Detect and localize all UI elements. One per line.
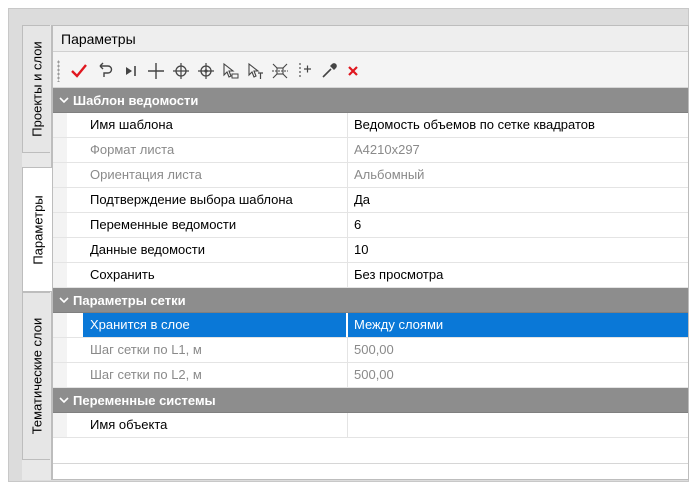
property-grid: Шаблон ведомости Имя шаблона Ведомость о… xyxy=(53,88,688,438)
row-gutter xyxy=(53,188,67,212)
property-name: Переменные ведомости xyxy=(90,217,237,232)
property-name: Формат листа xyxy=(90,142,175,157)
property-name: Шаг сетки по L1, м xyxy=(90,342,202,357)
row-gutter xyxy=(53,363,67,387)
property-value: 500,00 xyxy=(347,363,688,387)
tab-label: Проекты и слои xyxy=(29,41,44,137)
property-name: Шаг сетки по L2, м xyxy=(90,367,202,382)
crosshair-move-icon[interactable] xyxy=(196,61,216,81)
property-name: Данные ведомости xyxy=(90,242,205,257)
property-row-grid-step-l1: Шаг сетки по L1, м 500,00 xyxy=(53,338,688,363)
section-grid-params[interactable]: Параметры сетки xyxy=(53,288,688,313)
property-name: Имя шаблона xyxy=(90,117,173,132)
property-row-confirm-template[interactable]: Подтверждение выбора шаблона Да xyxy=(53,188,688,213)
row-gutter xyxy=(53,138,67,162)
property-value[interactable]: 10 xyxy=(347,238,688,262)
property-row-grid-step-l2: Шаг сетки по L2, м 500,00 xyxy=(53,363,688,388)
row-gutter xyxy=(53,113,67,137)
property-value[interactable]: Между слоями xyxy=(347,313,688,337)
property-value[interactable]: Да xyxy=(347,188,688,212)
chevron-down-icon xyxy=(59,397,69,404)
property-value[interactable] xyxy=(347,413,688,437)
tab-label: Тематические слои xyxy=(29,317,44,435)
row-gutter xyxy=(53,338,67,362)
panel-title: Параметры xyxy=(53,26,688,52)
property-name: Подтверждение выбора шаблона xyxy=(90,192,293,207)
row-gutter xyxy=(53,313,67,337)
toolbar xyxy=(53,52,688,88)
grid-bottom-border xyxy=(53,463,688,464)
property-value[interactable]: Без просмотра xyxy=(347,263,688,287)
undo-icon[interactable] xyxy=(95,61,115,81)
property-name: Хранится в слое xyxy=(83,313,346,337)
property-row-template-name[interactable]: Имя шаблона Ведомость объемов по сетке к… xyxy=(53,113,688,138)
side-tabs: Проекты и слои Параметры Тематические сл… xyxy=(22,25,52,480)
row-gutter xyxy=(53,413,67,437)
property-value: 500,00 xyxy=(347,338,688,362)
section-system-variables[interactable]: Переменные системы xyxy=(53,388,688,413)
property-row-object-name[interactable]: Имя объекта xyxy=(53,413,688,438)
tab-label: Параметры xyxy=(30,194,45,265)
section-template[interactable]: Шаблон ведомости xyxy=(53,88,688,113)
property-row-save[interactable]: Сохранить Без просмотра xyxy=(53,263,688,288)
row-gutter xyxy=(53,238,67,262)
row-gutter xyxy=(53,263,67,287)
property-row-sheet-orientation: Ориентация листа Альбомный xyxy=(53,163,688,188)
toolbar-grip[interactable] xyxy=(57,60,60,82)
property-value: А4210x297 xyxy=(347,138,688,162)
property-name: Ориентация листа xyxy=(90,167,202,182)
property-name: Сохранить xyxy=(90,267,155,282)
property-row-stored-in-layer[interactable]: Хранится в слое Между слоями xyxy=(53,313,688,338)
add-cross-icon[interactable] xyxy=(146,61,166,81)
property-row-statement-variables[interactable]: Переменные ведомости 6 xyxy=(53,213,688,238)
property-row-sheet-format: Формат листа А4210x297 xyxy=(53,138,688,163)
property-row-statement-data[interactable]: Данные ведомости 10 xyxy=(53,238,688,263)
tab-thematic-layers[interactable]: Тематические слои xyxy=(22,292,50,460)
section-title: Шаблон ведомости xyxy=(73,93,199,108)
tab-parameters[interactable]: Параметры xyxy=(22,167,52,292)
crosshair-circle-icon[interactable] xyxy=(171,61,191,81)
chevron-down-icon xyxy=(59,297,69,304)
row-gutter xyxy=(53,213,67,237)
property-name: Имя объекта xyxy=(90,417,168,432)
step-icon[interactable] xyxy=(121,61,141,81)
property-value[interactable]: 6 xyxy=(347,213,688,237)
select-polygon-icon[interactable] xyxy=(220,61,240,81)
select-text-icon[interactable] xyxy=(245,61,265,81)
section-title: Переменные системы xyxy=(73,393,216,408)
parameters-panel: Параметры Шаблон ведомости Имя шаблона В… xyxy=(52,25,689,480)
eyedropper-icon[interactable] xyxy=(319,61,339,81)
row-gutter xyxy=(53,163,67,187)
property-value[interactable]: Ведомость объемов по сетке квадратов xyxy=(347,113,688,137)
checkmark-icon[interactable] xyxy=(69,61,89,81)
chevron-down-icon xyxy=(59,97,69,104)
delete-icon[interactable] xyxy=(343,61,363,81)
tab-projects-layers[interactable]: Проекты и слои xyxy=(22,25,50,153)
split-line-icon[interactable] xyxy=(294,61,314,81)
property-value: Альбомный xyxy=(347,163,688,187)
snap-center-icon[interactable] xyxy=(270,61,290,81)
section-title: Параметры сетки xyxy=(73,293,186,308)
